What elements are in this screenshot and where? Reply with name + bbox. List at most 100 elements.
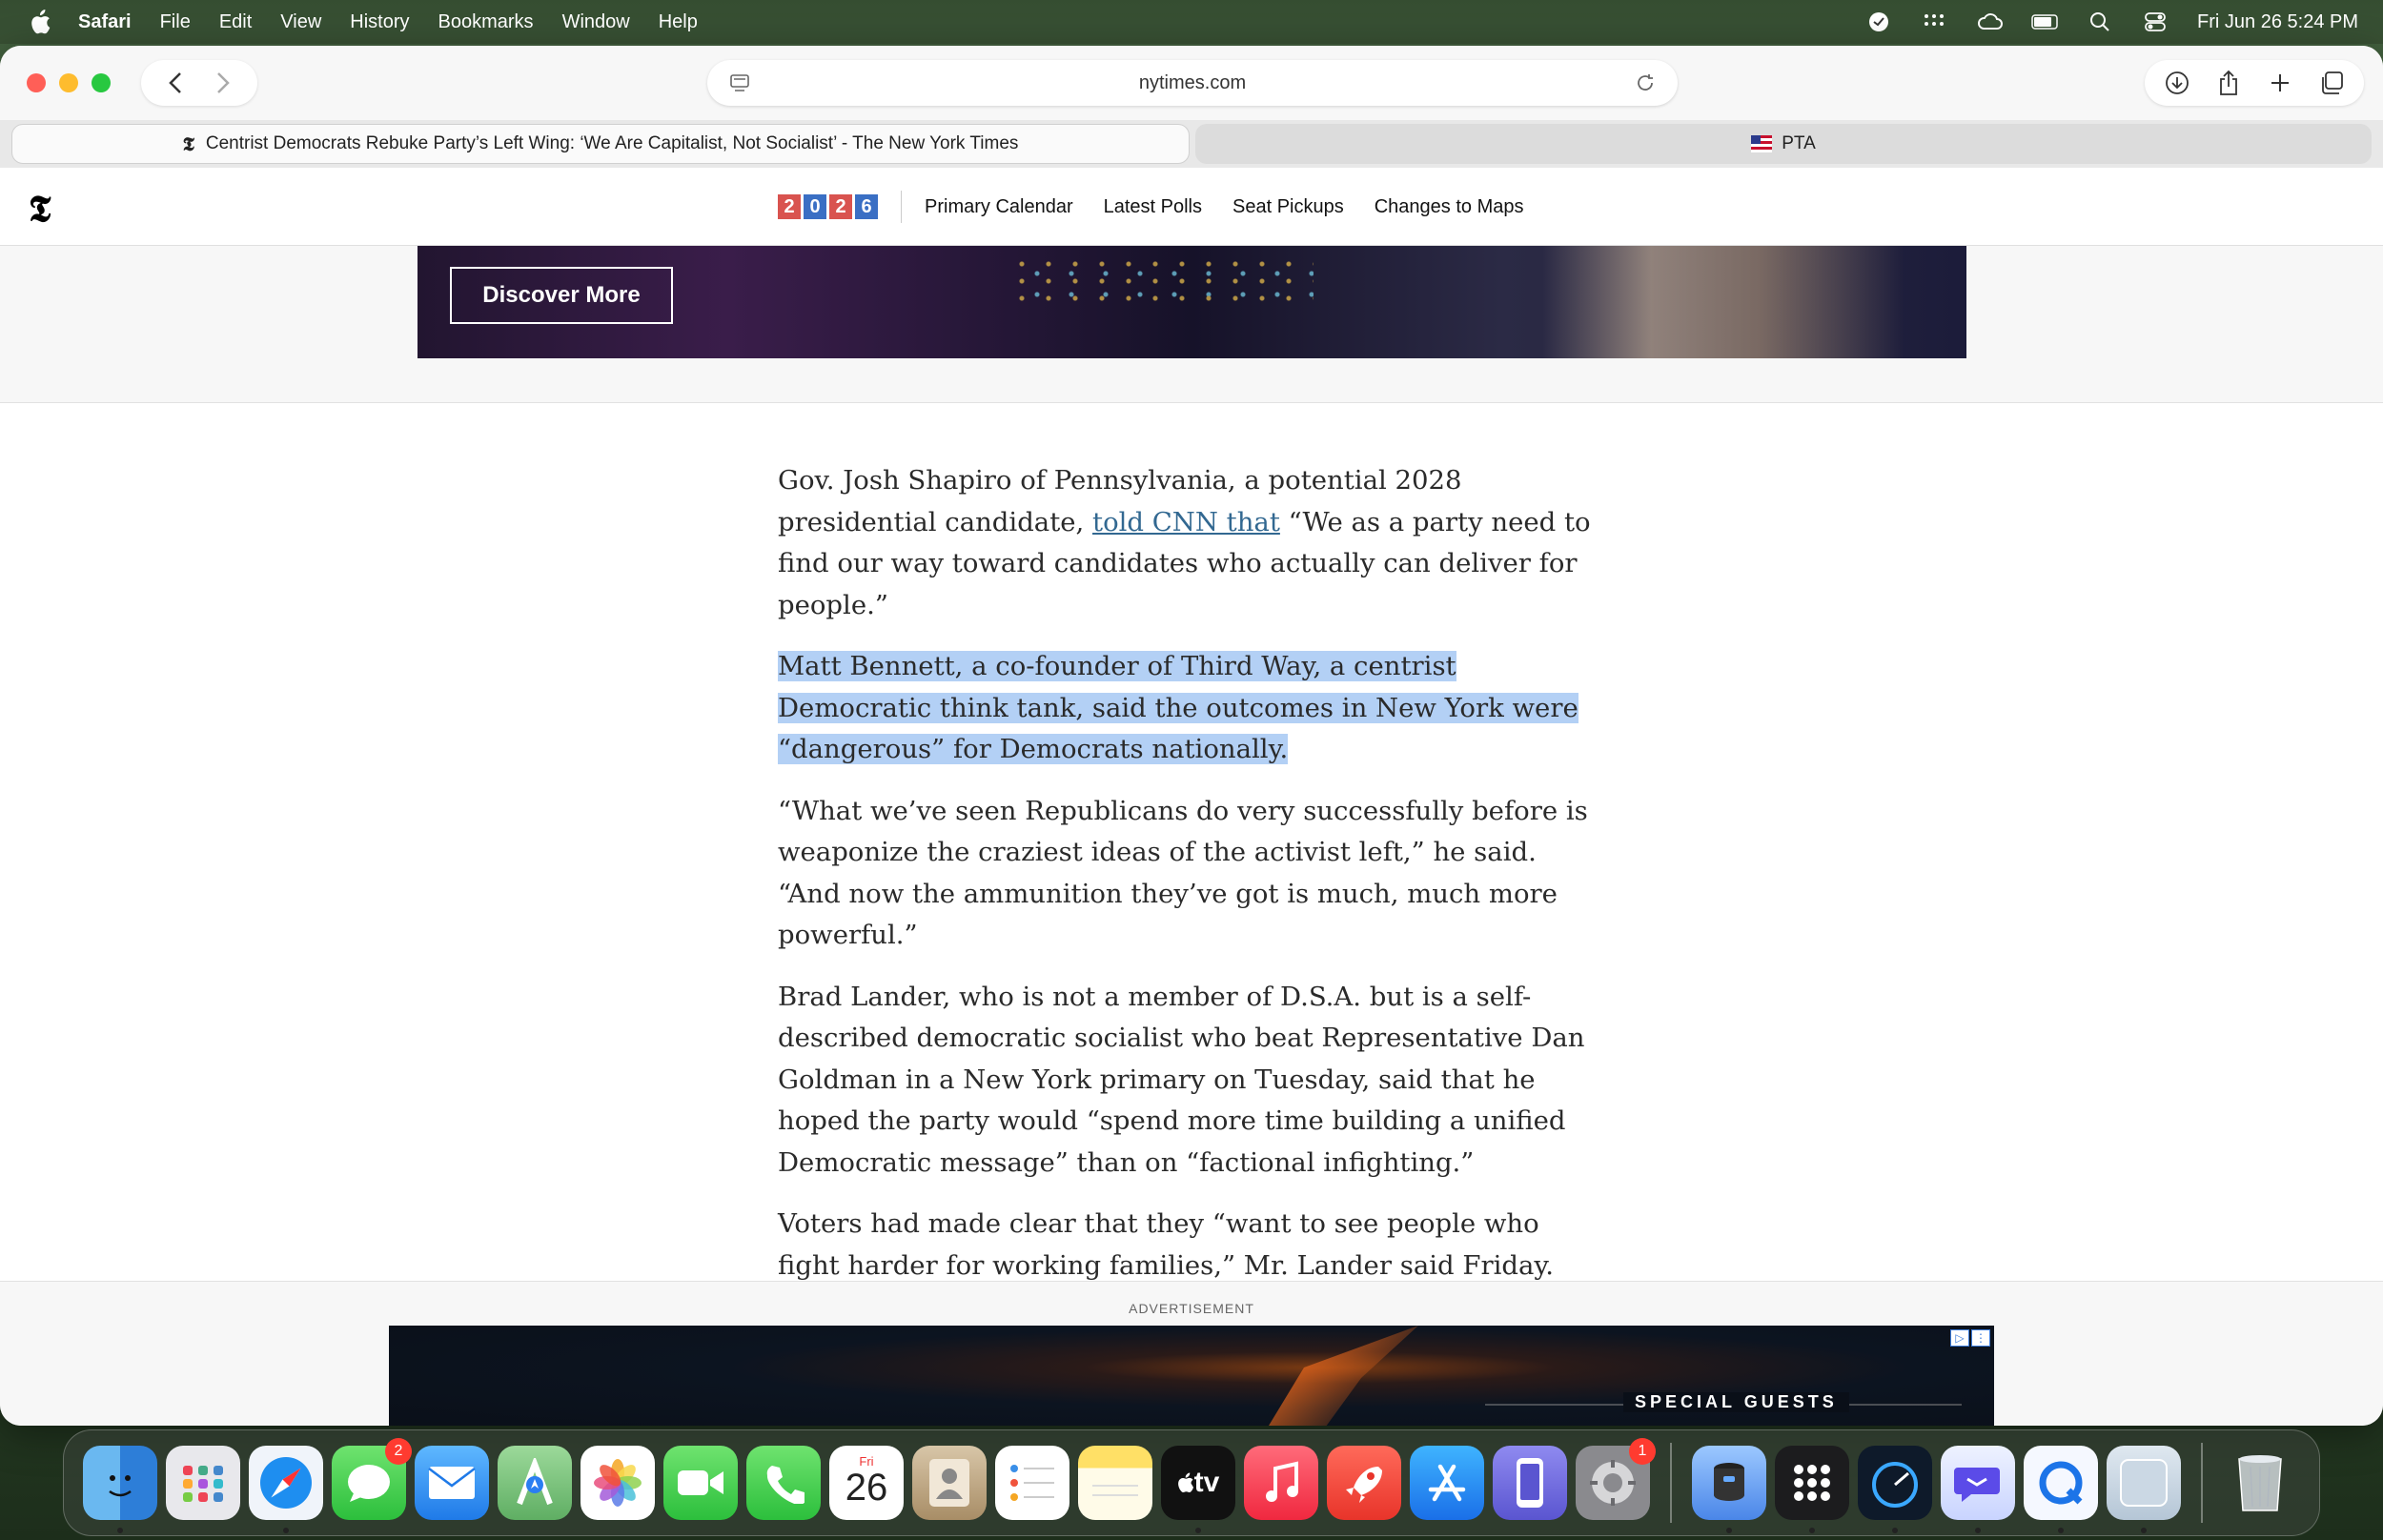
ad-menu-icon[interactable]: ⋮ [1971, 1329, 1990, 1347]
calendar-date: 26 [845, 1466, 888, 1509]
photos-icon[interactable] [580, 1446, 655, 1520]
nav-changes-to-maps[interactable]: Changes to Maps [1375, 196, 1524, 218]
messages-icon[interactable]: 2 [332, 1438, 412, 1520]
running-indicator [117, 1528, 123, 1533]
reminders-icon[interactable] [995, 1446, 1069, 1520]
settings-badge: 1 [1629, 1438, 1656, 1465]
flag-favicon-icon [1751, 135, 1773, 152]
address-bar[interactable]: nytimes.com [707, 60, 1678, 106]
trash-icon[interactable] [2223, 1446, 2297, 1520]
spotlight-search-icon[interactable] [2087, 10, 2113, 33]
reload-icon[interactable] [1626, 64, 1664, 102]
mail-icon[interactable] [415, 1446, 489, 1520]
downloads-icon[interactable] [2158, 64, 2196, 102]
nav-latest-polls[interactable]: Latest Polls [1104, 196, 1202, 218]
toolbar-actions [2145, 60, 2364, 106]
iphone-mirroring-icon[interactable] [1493, 1446, 1567, 1520]
q-app-icon[interactable] [2024, 1446, 2098, 1533]
page-settings-icon[interactable] [721, 64, 759, 102]
battery-icon[interactable] [2031, 10, 2058, 33]
tab-pta[interactable]: PTA [1195, 124, 2372, 164]
share-icon[interactable] [2210, 64, 2248, 102]
cloud-link-icon[interactable] [1976, 10, 2003, 33]
cnn-link[interactable]: told CNN that [1092, 507, 1280, 537]
messages-badge: 2 [385, 1438, 412, 1465]
menu-history[interactable]: History [350, 11, 409, 33]
bottom-ad-banner[interactable]: SPECIAL GUESTS ▷ ⋮ [389, 1326, 1994, 1426]
url-text[interactable]: nytimes.com [772, 72, 1613, 94]
bottom-ad-area: ADVERTISEMENT SPECIAL GUESTS ▷ ⋮ [0, 1281, 2383, 1426]
year-badge-2026[interactable]: 2 0 2 6 [778, 191, 902, 223]
safari-icon[interactable] [249, 1446, 323, 1533]
preview-window-icon[interactable] [2107, 1446, 2181, 1533]
zoom-window-button[interactable] [92, 73, 111, 92]
dots-grid-app-icon[interactable] [1775, 1446, 1849, 1533]
tab-title: PTA [1782, 133, 1816, 153]
menu-clock[interactable]: Fri Jun 26 5:24 PM [2197, 11, 2358, 33]
top-ad-area: Discover More [0, 246, 2383, 403]
article-section: Gov. Josh Shapiro of Pennsylvania, a pot… [0, 403, 2383, 1281]
ad-decoration [1008, 255, 1314, 303]
year-digit: 2 [829, 194, 852, 219]
adchoices[interactable]: ▷ ⋮ [1950, 1329, 1990, 1347]
article-paragraph: Voters had made clear that they “want to… [778, 1208, 1555, 1281]
menu-edit[interactable]: Edit [219, 11, 252, 33]
nyt-logo[interactable]: 𝕿 [29, 187, 51, 231]
apple-tv-icon[interactable]: tv [1161, 1446, 1235, 1533]
navigation-buttons [141, 60, 257, 106]
grid-menu-icon[interactable] [1921, 10, 1947, 33]
tab-overview-icon[interactable] [2312, 64, 2351, 102]
speedtest-icon[interactable] [1858, 1446, 1932, 1533]
chat-app-icon[interactable] [1941, 1446, 2015, 1533]
tab-nyt-article[interactable]: 𝕿 Centrist Democrats Rebuke Party’s Left… [11, 124, 1190, 164]
running-indicator [1892, 1528, 1898, 1533]
menu-bookmarks[interactable]: Bookmarks [438, 11, 534, 33]
rocket-app-icon[interactable] [1327, 1446, 1401, 1520]
finder-icon[interactable] [83, 1446, 157, 1533]
notes-icon[interactable] [1078, 1446, 1152, 1520]
adchoices-icon[interactable]: ▷ [1950, 1329, 1969, 1347]
system-settings-icon[interactable]: 1 [1576, 1438, 1656, 1520]
article-body: Gov. Josh Shapiro of Pennsylvania, a pot… [778, 460, 1598, 1307]
article-paragraph-selected: Matt Bennett, a co-founder of Third Way,… [778, 646, 1598, 771]
selected-text: Matt Bennett, a co-founder of Third Way,… [778, 651, 1578, 764]
article-paragraph: Gov. Josh Shapiro of Pennsylvania, a pot… [778, 460, 1598, 626]
forward-arrow-icon[interactable] [210, 70, 236, 96]
app-menu[interactable]: Safari [78, 11, 132, 33]
status-app-icon[interactable] [1865, 10, 1892, 33]
nyt-favicon-icon: 𝕿 [182, 132, 194, 155]
launchpad-icon[interactable] [166, 1446, 240, 1520]
db-app-icon[interactable] [1692, 1446, 1766, 1533]
election-nav: 2 0 2 6 Primary Calendar Latest Polls Se… [778, 191, 1555, 223]
music-icon[interactable] [1244, 1446, 1318, 1520]
top-ad-banner[interactable]: Discover More [418, 246, 1966, 358]
maps-icon[interactable] [498, 1446, 572, 1520]
minimize-window-button[interactable] [59, 73, 78, 92]
menu-view[interactable]: View [280, 11, 321, 33]
phone-icon[interactable] [746, 1446, 821, 1520]
discover-more-button[interactable]: Discover More [450, 267, 673, 324]
control-center-icon[interactable] [2142, 10, 2169, 33]
tv-label: tv [1177, 1467, 1219, 1499]
menu-file[interactable]: File [160, 11, 191, 33]
calendar-icon[interactable]: Fri 26 [829, 1446, 904, 1520]
new-tab-plus-icon[interactable] [2261, 64, 2299, 102]
menu-window[interactable]: Window [562, 11, 630, 33]
dock: 2 Fri 26 tv 1 [63, 1429, 2320, 1536]
menu-bar: Safari File Edit View History Bookmarks … [0, 0, 2383, 44]
menu-help[interactable]: Help [659, 11, 698, 33]
running-indicator [1809, 1528, 1815, 1533]
nav-primary-calendar[interactable]: Primary Calendar [925, 196, 1073, 218]
tab-bar: 𝕿 Centrist Democrats Rebuke Party’s Left… [0, 120, 2383, 168]
contacts-icon[interactable] [912, 1446, 987, 1520]
apple-menu-icon[interactable] [27, 9, 53, 35]
window-controls [27, 73, 111, 92]
nav-seat-pickups[interactable]: Seat Pickups [1232, 196, 1344, 218]
back-arrow-icon[interactable] [162, 70, 189, 96]
tab-title: Centrist Democrats Rebuke Party’s Left W… [205, 133, 1019, 153]
app-store-icon[interactable] [1410, 1446, 1484, 1520]
close-window-button[interactable] [27, 73, 46, 92]
facetime-icon[interactable] [663, 1446, 738, 1520]
running-indicator [1195, 1528, 1201, 1533]
year-digit: 6 [855, 194, 878, 219]
